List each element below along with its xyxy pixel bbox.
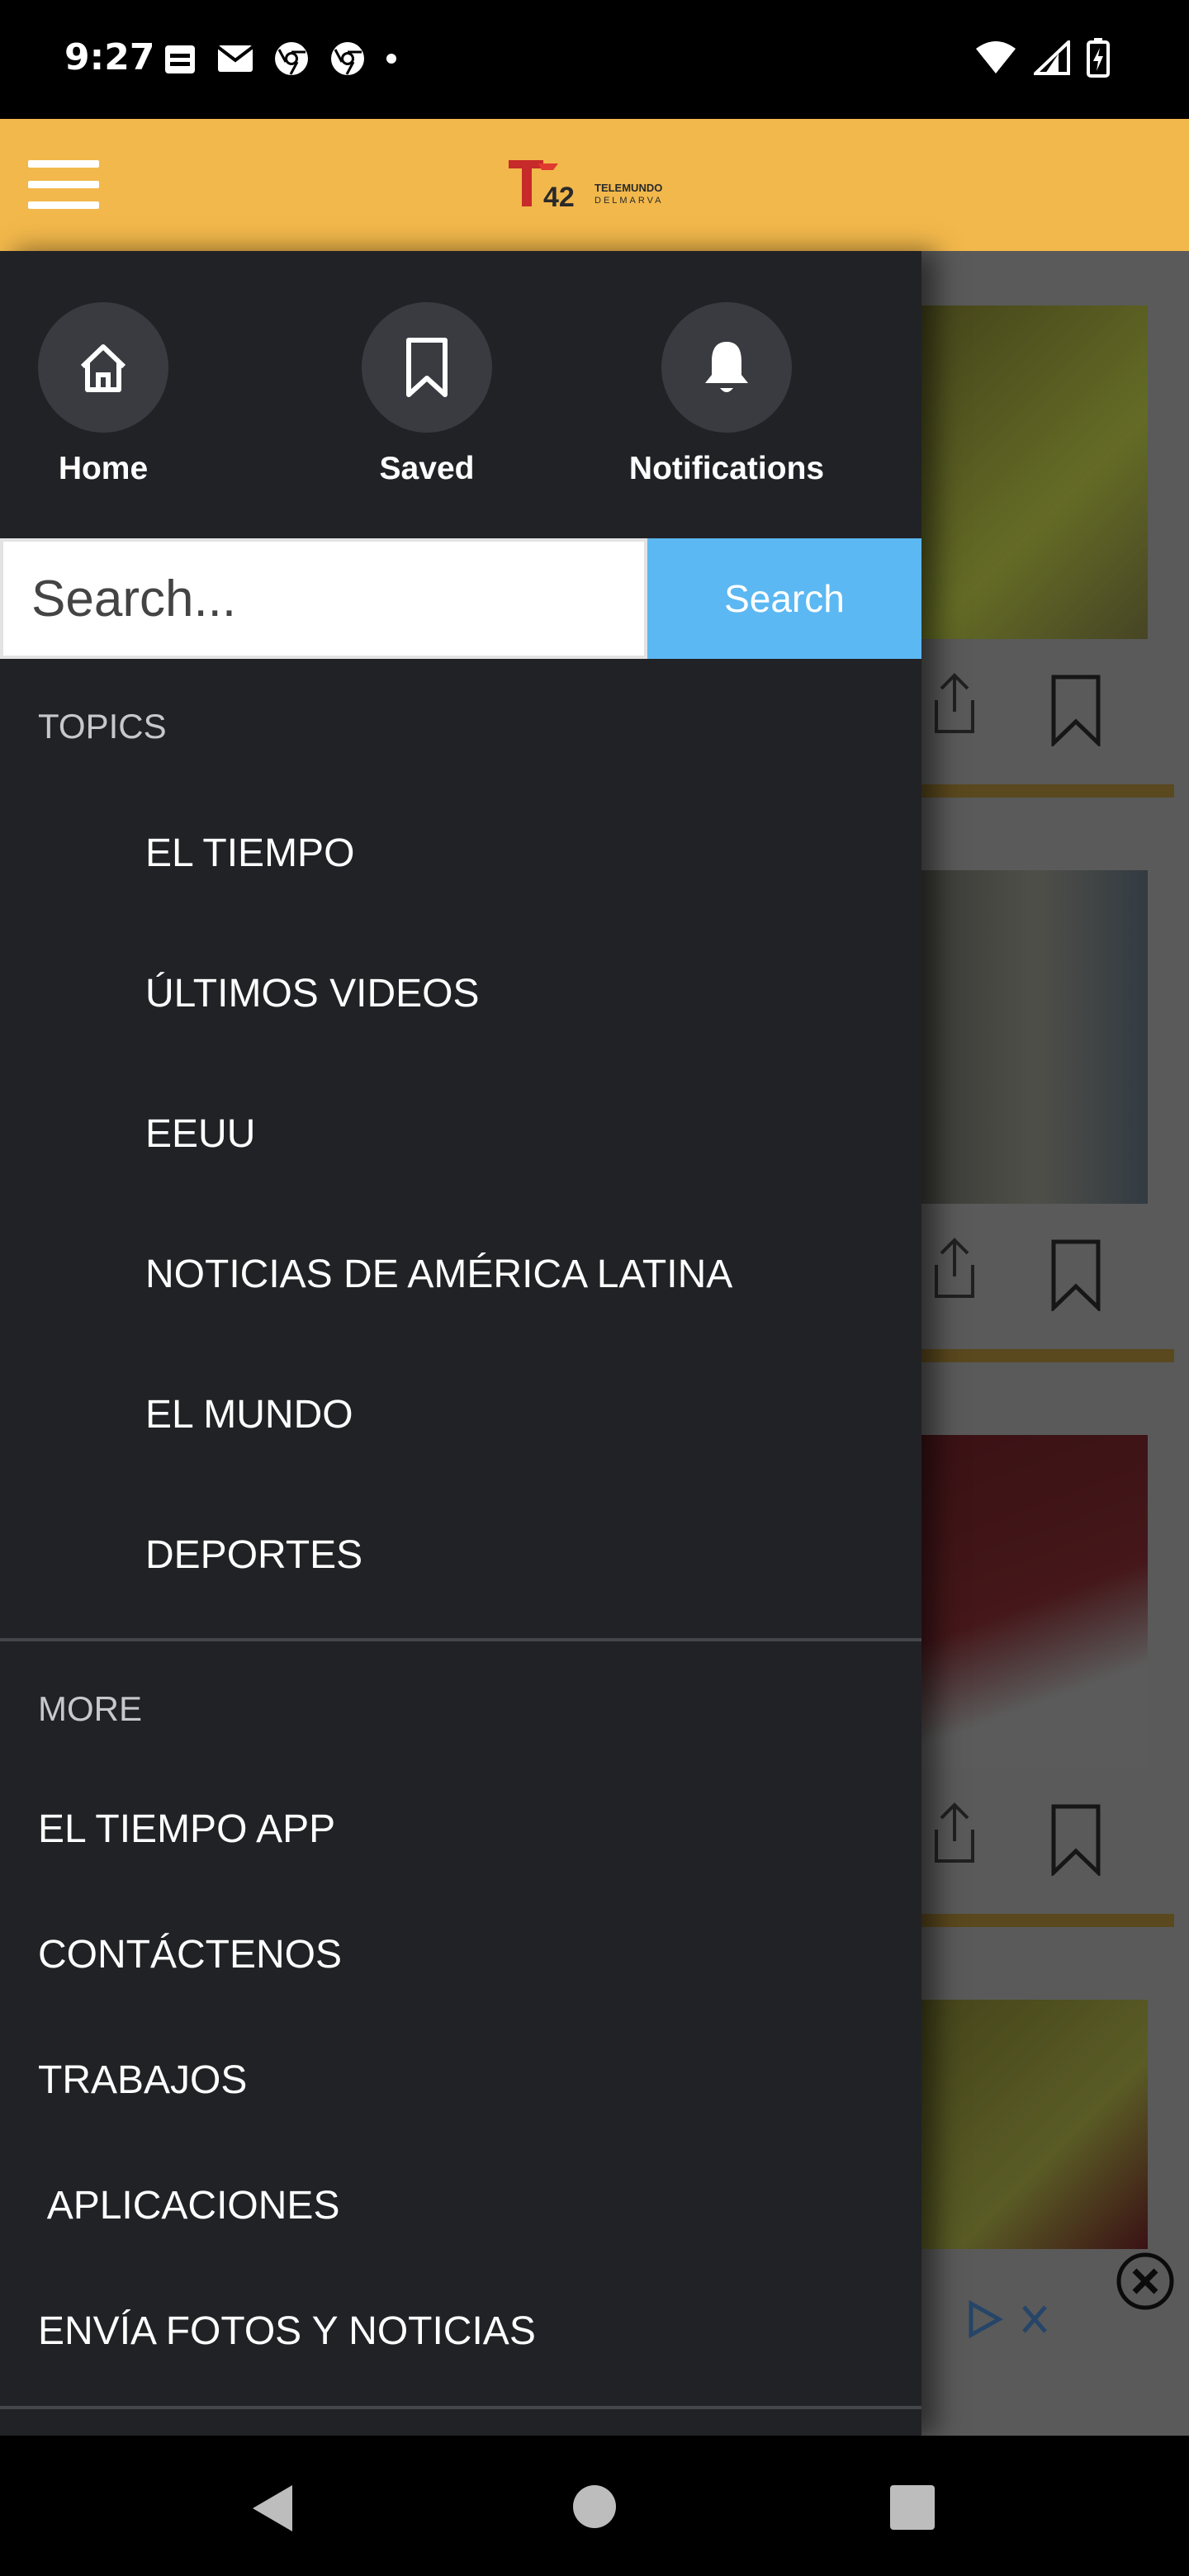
system-icons: [974, 38, 1110, 78]
logo-number: 42: [543, 182, 575, 213]
signal-icon: [1034, 40, 1070, 75]
quick-link-notifications-label: Notifications: [628, 451, 825, 486]
quick-link-home[interactable]: Home: [38, 302, 168, 487]
section-divider: [0, 1638, 921, 1641]
notification-icons: [162, 40, 398, 78]
telemundo-42-logo: 42 TELEMUNDO DELMARVA: [509, 160, 664, 213]
more-contactenos[interactable]: CONTÁCTENOS: [38, 1932, 342, 1977]
quick-link-saved[interactable]: Saved: [362, 302, 492, 487]
more-aplicaciones[interactable]: APLICACIONES: [38, 2183, 340, 2228]
back-icon[interactable]: [248, 2482, 297, 2535]
quick-link-saved-label: Saved: [379, 451, 475, 486]
topics-heading: TOPICS: [38, 707, 167, 746]
bell-icon: [705, 342, 748, 392]
search-button[interactable]: Search: [647, 538, 921, 659]
battery-charging-icon: [1087, 38, 1110, 78]
topic-noticias-america-latina[interactable]: NOTICIAS DE AMÉRICA LATINA: [145, 1252, 732, 1297]
topic-eeuu[interactable]: EEUU: [145, 1111, 255, 1157]
section-divider: [0, 2406, 921, 2409]
hamburger-icon[interactable]: [28, 160, 99, 210]
topic-el-mundo[interactable]: EL MUNDO: [145, 1392, 353, 1437]
app-header: 42 TELEMUNDO DELMARVA: [0, 119, 1189, 251]
more-envia-fotos-noticias[interactable]: ENVÍA FOTOS Y NOTICIAS: [38, 2308, 536, 2354]
navigation-drawer: Home Saved Notifications Search TOPICS E…: [0, 251, 921, 2436]
chrome-icon: [331, 42, 364, 75]
more-heading: MORE: [38, 1689, 142, 1728]
dot-icon: [386, 54, 396, 64]
topic-ultimos-videos[interactable]: ÚLTIMOS VIDEOS: [145, 971, 480, 1016]
quick-link-notifications[interactable]: Notifications: [628, 302, 826, 487]
logo-line2: DELMARVA: [594, 196, 664, 206]
topic-el-tiempo[interactable]: EL TIEMPO: [145, 831, 354, 876]
logo-line1: TELEMUNDO: [594, 182, 662, 194]
status-time: 9:27: [64, 36, 155, 78]
search-input[interactable]: [0, 538, 647, 659]
more-trabajos[interactable]: TRABAJOS: [38, 2057, 247, 2103]
mail-icon: [216, 45, 254, 72]
home-icon: [80, 344, 126, 392]
system-nav-bar: [0, 2436, 1189, 2576]
bookmark-icon: [406, 338, 448, 397]
chrome-icon: [275, 42, 308, 75]
quick-link-home-label: Home: [58, 451, 149, 486]
calendar-icon: [165, 45, 195, 73]
status-bar: 9:27: [0, 0, 1189, 119]
wifi-icon: [976, 41, 1016, 73]
home-circle-icon[interactable]: [571, 2484, 618, 2530]
search-bar: Search: [0, 538, 921, 659]
recents-square-icon[interactable]: [890, 2485, 935, 2530]
more-el-tiempo-app[interactable]: EL TIEMPO APP: [38, 1807, 335, 1852]
topic-deportes[interactable]: DEPORTES: [145, 1532, 362, 1578]
